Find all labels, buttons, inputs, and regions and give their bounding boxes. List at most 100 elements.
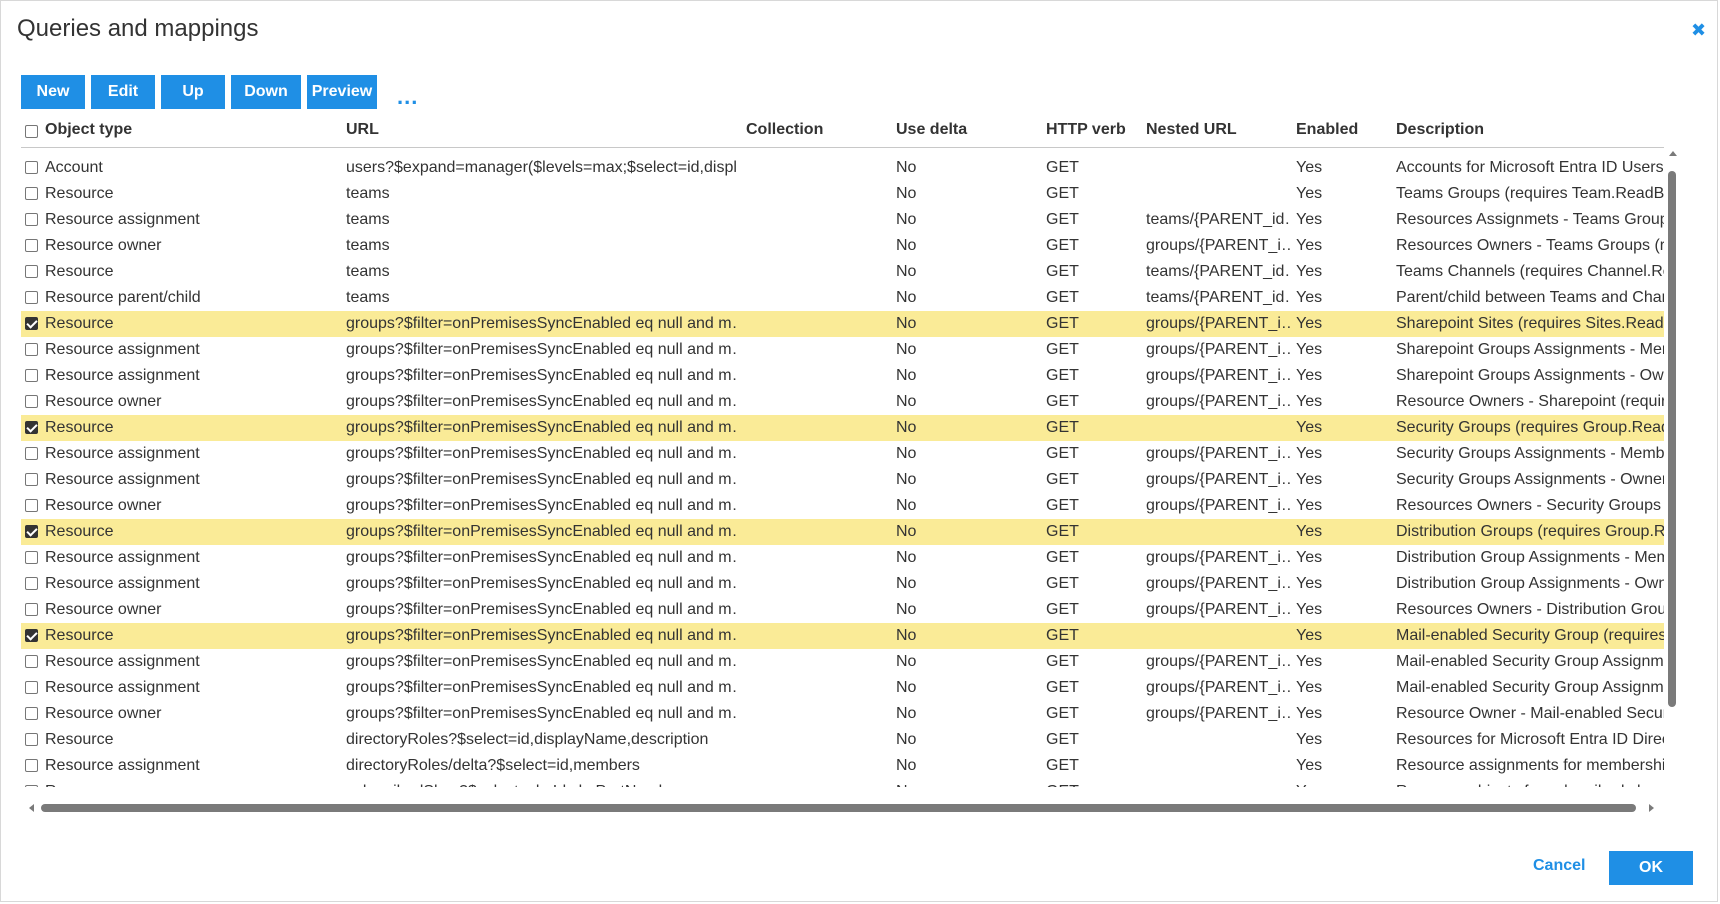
cell-description: Teams Groups (requires Team.ReadBa: [1396, 185, 1664, 202]
row-checkbox[interactable]: [25, 473, 38, 486]
cell-http-verb: GET: [1046, 289, 1079, 306]
preview-button[interactable]: Preview: [307, 75, 377, 109]
row-checkbox[interactable]: [25, 707, 38, 720]
row-checkbox[interactable]: [25, 629, 38, 642]
row-checkbox[interactable]: [25, 317, 38, 330]
column-header-enabled[interactable]: Enabled: [1296, 121, 1358, 139]
row-checkbox[interactable]: [25, 343, 38, 356]
table-row[interactable]: Resource assignment groups?$filter=onPrem…: [21, 337, 1664, 363]
column-header-description[interactable]: Description: [1396, 121, 1484, 139]
cell-description: Security Groups Assignments - Membe: [1396, 445, 1664, 462]
cell-enabled: Yes: [1296, 497, 1323, 514]
column-header-url[interactable]: URL: [346, 121, 379, 139]
table-row[interactable]: Resource assignment groups?$filter=onPrem…: [21, 675, 1664, 701]
cell-description: Resource Owners - Sharepoint (require: [1396, 393, 1664, 410]
cell-http-verb: GET: [1046, 263, 1079, 280]
cell-description: Distribution Group Assignments - Mem: [1396, 549, 1664, 566]
row-checkbox[interactable]: [25, 161, 38, 174]
up-button[interactable]: Up: [161, 75, 225, 109]
table-row[interactable]: Resource assignment groups?$filter=onPrem…: [21, 363, 1664, 389]
row-checkbox[interactable]: [25, 655, 38, 668]
row-checkbox[interactable]: [25, 785, 38, 787]
row-checkbox[interactable]: [25, 499, 38, 512]
table-row[interactable]: Resource groups?$filter=onPremisesSyncEna…: [21, 311, 1664, 337]
cell-http-verb: GET: [1046, 523, 1079, 540]
row-checkbox[interactable]: [25, 421, 38, 434]
row-checkbox[interactable]: [25, 213, 38, 226]
scroll-right-icon[interactable]: [1649, 804, 1654, 812]
table-row[interactable]: Resource assignment directoryRoles/delta?…: [21, 753, 1664, 779]
close-icon[interactable]: ✖: [1691, 19, 1706, 41]
cell-url: groups?$filter=onPremisesSyncEnabled eq …: [346, 315, 736, 332]
vertical-scroll-thumb[interactable]: [1668, 171, 1676, 707]
table-body: Account users?$expand=manager($levels=max…: [21, 155, 1664, 787]
scroll-up-icon[interactable]: [1669, 151, 1677, 156]
row-checkbox[interactable]: [25, 759, 38, 772]
vertical-scrollbar[interactable]: [1667, 147, 1677, 797]
horizontal-scrollbar[interactable]: [21, 801, 1664, 813]
row-checkbox[interactable]: [25, 239, 38, 252]
cell-description: Resources Owners - Teams Groups (re: [1396, 237, 1664, 254]
table-row[interactable]: Resource subscribedSkus?$select=skuId,sku…: [21, 779, 1664, 787]
new-button[interactable]: New: [21, 75, 85, 109]
row-checkbox[interactable]: [25, 733, 38, 746]
cell-http-verb: GET: [1046, 341, 1079, 358]
cell-nested-url: groups/{PARENT_i…: [1146, 315, 1291, 332]
edit-button[interactable]: Edit: [91, 75, 155, 109]
cell-use-delta: No: [896, 315, 917, 332]
table-row[interactable]: Resource assignment groups?$filter=onPrem…: [21, 467, 1664, 493]
row-checkbox[interactable]: [25, 291, 38, 304]
column-header-nested-url[interactable]: Nested URL: [1146, 121, 1237, 139]
cell-enabled: Yes: [1296, 237, 1323, 254]
cell-enabled: Yes: [1296, 315, 1323, 332]
table-row[interactable]: Resource parent/child teams No GET teams/{PA…: [21, 285, 1664, 311]
table-row[interactable]: Resource assignment groups?$filter=onPrem…: [21, 649, 1664, 675]
table-row[interactable]: Resource groups?$filter=onPremisesSyncEna…: [21, 623, 1664, 649]
more-options-button[interactable]: ...: [397, 84, 418, 110]
row-checkbox[interactable]: [25, 525, 38, 538]
row-checkbox[interactable]: [25, 577, 38, 590]
table-row[interactable]: Resource owner teams No GET groups/{PARENT_i…: [21, 233, 1664, 259]
table-row[interactable]: Resource groups?$filter=onPremisesSyncEna…: [21, 415, 1664, 441]
scroll-left-icon[interactable]: [29, 804, 34, 812]
down-button[interactable]: Down: [231, 75, 301, 109]
table-row[interactable]: Resource owner groups?$filter=onPremisesS…: [21, 597, 1664, 623]
select-all-checkbox[interactable]: [25, 125, 38, 138]
table-row[interactable]: Resource directoryRoles?$select=id,displa…: [21, 727, 1664, 753]
cell-url: groups?$filter=onPremisesSyncEnabled eq …: [346, 497, 736, 514]
cell-object-type: Resource: [45, 419, 114, 436]
table-row[interactable]: Resource owner groups?$filter=onPremisesS…: [21, 389, 1664, 415]
cell-url: groups?$filter=onPremisesSyncEnabled eq …: [346, 627, 736, 644]
row-checkbox[interactable]: [25, 369, 38, 382]
cancel-button[interactable]: Cancel: [1533, 857, 1585, 875]
cell-description: Teams Channels (requires Channel.Rea: [1396, 263, 1664, 280]
table-row[interactable]: Resource teams No GET Yes Teams Groups (requi…: [21, 181, 1664, 207]
table-row[interactable]: Resource assignment groups?$filter=onPrem…: [21, 545, 1664, 571]
cell-object-type: Resource owner: [45, 497, 162, 514]
column-header-http-verb[interactable]: HTTP verb: [1046, 121, 1126, 139]
column-header-collection[interactable]: Collection: [746, 121, 823, 139]
table-row[interactable]: Resource assignment groups?$filter=onPrem…: [21, 571, 1664, 597]
row-checkbox[interactable]: [25, 187, 38, 200]
cell-enabled: Yes: [1296, 757, 1323, 774]
cell-url: groups?$filter=onPremisesSyncEnabled eq …: [346, 445, 736, 462]
row-checkbox[interactable]: [25, 395, 38, 408]
row-checkbox[interactable]: [25, 681, 38, 694]
table-row[interactable]: Resource owner groups?$filter=onPremisesS…: [21, 493, 1664, 519]
table-row[interactable]: Account users?$expand=manager($levels=max…: [21, 155, 1664, 181]
row-checkbox[interactable]: [25, 603, 38, 616]
cell-description: Sharepoint Sites (requires Sites.Read.A: [1396, 315, 1664, 332]
ok-button[interactable]: OK: [1609, 851, 1693, 885]
row-checkbox[interactable]: [25, 265, 38, 278]
table-row[interactable]: Resource assignment groups?$filter=onPrem…: [21, 441, 1664, 467]
row-checkbox[interactable]: [25, 447, 38, 460]
table-row[interactable]: Resource assignment teams No GET teams/{PARE…: [21, 207, 1664, 233]
column-header-use-delta[interactable]: Use delta: [896, 121, 967, 139]
column-header-object-type[interactable]: Object type: [45, 121, 132, 139]
table-row[interactable]: Resource groups?$filter=onPremisesSyncEna…: [21, 519, 1664, 545]
table-row[interactable]: Resource owner groups?$filter=onPremisesS…: [21, 701, 1664, 727]
cell-use-delta: No: [896, 263, 917, 280]
horizontal-scroll-thumb[interactable]: [41, 804, 1636, 812]
row-checkbox[interactable]: [25, 551, 38, 564]
table-row[interactable]: Resource teams No GET teams/{PARENT_id… Yes Te…: [21, 259, 1664, 285]
